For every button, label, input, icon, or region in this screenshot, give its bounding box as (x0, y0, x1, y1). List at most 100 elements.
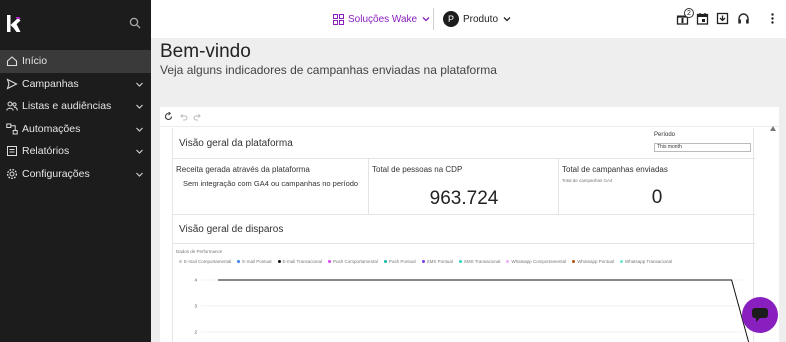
page-title: Bem-vindo (160, 41, 251, 62)
sidebar-item-configuracoes[interactable]: Configurações (0, 163, 151, 186)
headset-icon[interactable] (737, 12, 750, 25)
y-tick-label: 2 (194, 330, 197, 335)
legend-label: E-mail Comportamental (184, 259, 232, 264)
legend-item[interactable]: E-mail Pontual (237, 259, 272, 264)
receita-title: Receita gerada através da plataforma (176, 165, 310, 174)
sidebar-item-label: Configurações (22, 167, 90, 180)
calendar-icon[interactable] (696, 12, 709, 25)
pessoas-title: Total de pessoas na CDP (372, 165, 463, 174)
legend-label: E-mail Transacional (282, 259, 323, 264)
chevron-down-icon (503, 17, 511, 22)
legend-dot (458, 260, 462, 263)
chevron-down-icon (136, 82, 143, 87)
y-tick-label: 4 (194, 278, 197, 283)
legend-item[interactable]: E-mail Transacional (277, 259, 323, 264)
chevron-down-icon (136, 104, 143, 109)
more-vertical-icon[interactable] (766, 12, 779, 25)
legend-dot (328, 260, 332, 263)
legend-label: Push Comportamental (333, 259, 378, 264)
periodo-select[interactable]: This month (654, 143, 751, 152)
sidebar-item-listas[interactable]: Listas e audiências (0, 95, 151, 118)
search-icon[interactable] (129, 17, 141, 29)
legend-item[interactable]: SMS Transacional (458, 259, 501, 264)
legend-label: Whatsapp Transacional (624, 259, 672, 264)
legend-dot (383, 260, 387, 263)
legend-dot (619, 260, 623, 263)
legend-item[interactable]: SMS Pontual (421, 259, 453, 264)
avatar: P (443, 11, 459, 27)
sidebar-item-automacoes[interactable]: Automações (0, 118, 151, 141)
dashboard-panel: Visão geral da plataforma Período This m… (160, 107, 779, 342)
section-title-plataforma: Visão geral da plataforma (179, 138, 293, 149)
legend-label: Whatsapp Pontual (577, 259, 614, 264)
workflow-icon (6, 123, 18, 135)
wake-logo[interactable] (7, 15, 21, 32)
redo-icon[interactable] (193, 112, 202, 121)
series-line-0 (218, 279, 750, 342)
receita-card: Receita gerada através da plataforma Sem… (173, 159, 369, 214)
chat-icon (752, 308, 768, 322)
section-divider (173, 214, 755, 215)
solucoes-wake-label: Soluções Wake (348, 13, 418, 25)
chevron-down-icon (136, 149, 143, 154)
produto-label: Produto (463, 13, 499, 25)
undo-icon[interactable] (179, 112, 188, 121)
legend-dot (506, 260, 510, 263)
gear-icon (6, 168, 18, 180)
sidebar-item-campanhas[interactable]: Campanhas (0, 73, 151, 96)
refresh-icon[interactable] (164, 112, 173, 121)
page-subtitle: Veja alguns indicadores de campanhas env… (160, 63, 497, 77)
chevron-down-icon (136, 127, 143, 132)
legend-item[interactable]: Whatsapp Comportamental (506, 259, 566, 264)
chart-caption: Dados de Performance (176, 249, 223, 254)
pessoas-value: 963.724 (429, 188, 499, 209)
dashboard-content: Visão geral da plataforma Período This m… (172, 128, 755, 342)
chevron-down-icon (136, 172, 143, 177)
dashboard-toolbar (160, 107, 779, 127)
campanhas-title: Total de campanhas enviadas (562, 165, 668, 174)
campanhas-value: 0 (651, 187, 663, 208)
pessoas-card: Total de pessoas na CDP 963.724 (369, 159, 559, 214)
legend-label: E-mail Pontual (242, 259, 272, 264)
legend-label: Push Pontual (388, 259, 416, 264)
chat-button[interactable] (742, 297, 778, 333)
legend-dot (179, 260, 182, 263)
topbar-divider (433, 8, 434, 30)
periodo-label: Período (654, 132, 676, 138)
chart-legend: E-mail Comportamental E-mail Pontual E-mai… (179, 259, 739, 264)
reports-icon (6, 145, 18, 157)
section-title-disparos: Visão geral de disparos (179, 224, 284, 235)
solucoes-wake-menu[interactable]: Soluções Wake (333, 11, 430, 27)
notification-badge: 2 (684, 8, 694, 18)
receita-note: Sem integração com GA4 ou campanhas no p… (183, 179, 359, 188)
legend-label: SMS Pontual (426, 259, 453, 264)
home-icon (6, 55, 18, 67)
legend-item[interactable]: Push Pontual (383, 259, 416, 264)
campanhas-card: Total de campanhas enviadas Total de cam… (559, 159, 755, 214)
legend-item[interactable]: Whatsapp Pontual (572, 259, 614, 264)
sidebar-item-inicio[interactable]: Início (0, 50, 151, 73)
chevron-down-icon (422, 17, 430, 22)
send-icon (6, 78, 18, 90)
scroll-up-arrow-icon[interactable] (770, 126, 776, 131)
produto-menu[interactable]: P Produto (443, 10, 511, 28)
apps-grid-icon (333, 13, 344, 25)
legend-label: SMS Transacional (463, 259, 501, 264)
y-tick-label: 3 (194, 304, 197, 309)
sidebar-item-label: Início (22, 55, 48, 68)
sidebar-item-label: Campanhas (22, 77, 79, 90)
people-icon (6, 100, 18, 112)
sidebar: Início Campanhas Listas e audiências Aut… (0, 0, 151, 342)
legend-dot (237, 260, 241, 263)
legend-item[interactable]: Whatsapp Transacional (619, 259, 672, 264)
legend-item[interactable]: E-mail Comportamental (179, 259, 231, 264)
sidebar-nav: Início Campanhas Listas e audiências Aut… (0, 50, 151, 185)
sidebar-item-label: Relatórios (22, 145, 70, 158)
download-icon[interactable] (716, 12, 729, 25)
section-divider (173, 243, 755, 244)
campanhas-subtitle: Total de campanhas GA4 (562, 178, 613, 183)
legend-item[interactable]: Push Comportamental (328, 259, 378, 264)
legend-dot (572, 260, 576, 263)
sidebar-item-relatorios[interactable]: Relatórios (0, 140, 151, 163)
performance-chart: 4 3 2 (194, 278, 750, 342)
